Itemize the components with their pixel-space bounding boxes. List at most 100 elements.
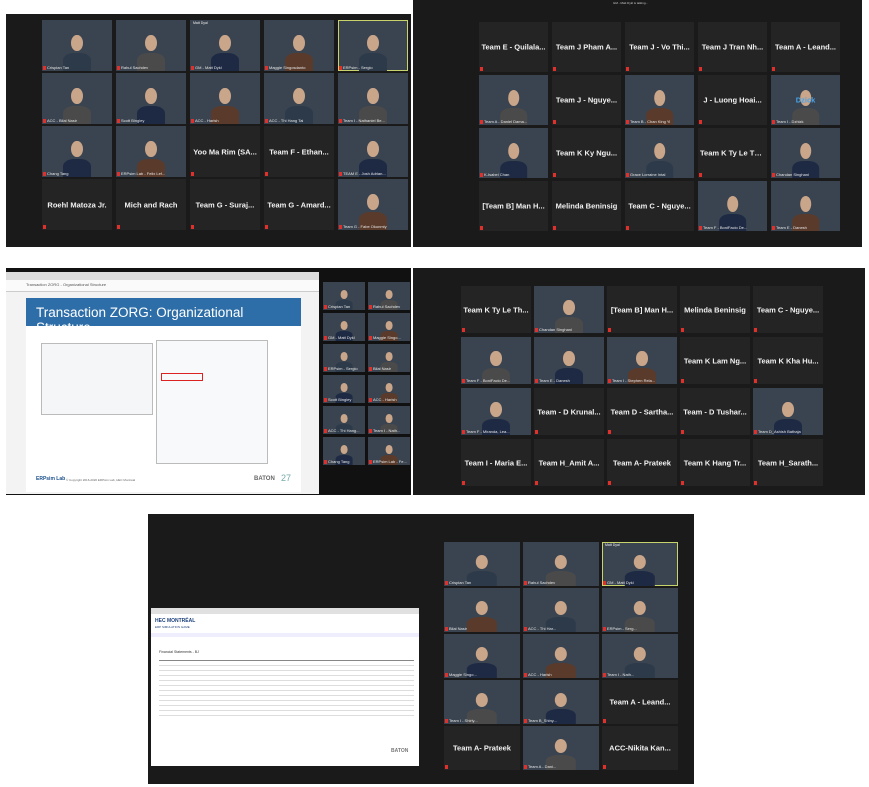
participant-tile-team-k-ty-le-th[interactable]: Team K Ty Le Th... <box>698 128 767 178</box>
participant-tile-team-e-quilala[interactable]: Team E - Quilala... <box>479 22 548 72</box>
participant-tile-team-k-ky-ngu[interactable]: Team K Ky Ngu... <box>552 128 621 178</box>
participant-tile-team-b-man-h[interactable]: [Team B] Man H... <box>607 286 677 333</box>
participant-tile-team-i-shirly[interactable]: Team I - Shirly... <box>444 680 520 724</box>
participant-tile-team-j-nguye[interactable]: Team J - Nguye... <box>552 75 621 125</box>
participant-tile-team-f-miranda-lea[interactable]: Team F - Miranda, Lea... <box>461 388 531 435</box>
participant-tile-team-e-danesh[interactable]: Team E - Danesh <box>771 181 840 231</box>
participant-tile-erpsim-serg[interactable]: ERPsim - Serg... <box>602 588 678 632</box>
participant-tile-rahul-sachdev[interactable]: Rahul Sachdev <box>523 542 599 586</box>
participant-tile-team-d-sartha[interactable]: Team D - Sartha... <box>607 388 677 435</box>
participant-label: Team I - Nath... <box>373 428 401 433</box>
participant-tile-team-e-josh-adrian[interactable]: TEAM E - Josh Adrian... <box>338 126 408 177</box>
participant-label: Bilal Nasir <box>373 366 392 371</box>
participant-tile-team-g-suraj[interactable]: Team G - Suraj... <box>190 179 260 230</box>
participant-tile-team-g-fabe-okunmiy[interactable]: Team G - Fabe Okunmiy <box>338 179 408 230</box>
participant-tile-gm-matt-dykl[interactable]: Matt Dyal GM - Matt Dykl <box>602 542 678 586</box>
participant-tile-acc-thi-hang-tai[interactable]: ACC - Thi Hang Tai <box>264 73 334 124</box>
participant-tile-team-g-amard[interactable]: Team G - Amard... <box>264 179 334 230</box>
participant-tile-acc-harish[interactable]: ACC - Harish <box>190 73 260 124</box>
participant-tile-erpsim-lab-felix-lef[interactable]: ERPsim Lab - Felix Lef... <box>116 126 186 177</box>
participant-tile-team-f-bonifacio-de[interactable]: Team F - BoniFacio De... <box>698 181 767 231</box>
participant-tile-team-f-ethan[interactable]: Team F - Ethan... <box>264 126 334 177</box>
participant-name: Team H_Amit A... <box>538 458 600 467</box>
participant-tile-team-k-kha-hu[interactable]: Team K Kha Hu... <box>753 337 823 384</box>
participant-tile-team-j-pham-a[interactable]: Team J Pham A... <box>552 22 621 72</box>
participant-tile-team-a-leand[interactable]: Team A - Leand... <box>602 680 678 724</box>
participant-tile-gm-matt-dykl[interactable]: GM - Matt Dykl <box>323 313 365 341</box>
participant-tile-team-c-nguye[interactable]: Team C - Nguye... <box>753 286 823 333</box>
participant-tile-team-a-dani[interactable]: Team A - Dani... <box>523 726 599 770</box>
mic-muted-icon <box>626 67 629 71</box>
participant-tile-rahul-sachdev[interactable]: Rahul Sachdev <box>116 20 186 71</box>
participant-tile-team-a-prateek[interactable]: Team A- Prateek <box>607 439 677 486</box>
participant-tile-yoo-ma-rim-sa[interactable]: Yoo Ma Rim (SA... <box>190 126 260 177</box>
participant-tile-mich-and-rach[interactable]: Mich and Rach <box>116 179 186 230</box>
participant-tile-team-k-hang-tr[interactable]: Team K Hang Tr... <box>680 439 750 486</box>
participant-tile-acc-harish[interactable]: ACC - Harish <box>523 634 599 678</box>
participant-tile-roehl-matoza-jr[interactable]: Roehl Matoza Jr. <box>42 179 112 230</box>
participant-tile-team-i-nathaniel-be[interactable]: Team I - Nathaniel Be... <box>338 73 408 124</box>
participant-tile-melinda-beninsig[interactable]: Melinda Beninsig <box>552 181 621 231</box>
participant-tile-team-a-leand[interactable]: Team A - Leand... <box>771 22 840 72</box>
participant-tile-team-i-nath[interactable]: Team I - Nath... <box>368 406 410 434</box>
participant-tile-bilal-nasir[interactable]: Bilal Nasir <box>444 588 520 632</box>
participant-label: Scott Bingley <box>121 118 145 123</box>
mic-muted-icon <box>117 225 120 229</box>
participant-tile-gm-matt-dykl[interactable]: Matt Dyal GM - Matt Dykl <box>190 20 260 71</box>
participant-tile-acc-bilal-nasir[interactable]: ACC - Bilal Nasir <box>42 73 112 124</box>
participant-tile-team-k-lam-ng[interactable]: Team K Lam Ng... <box>680 337 750 384</box>
participant-tile-acc-nikita-kan[interactable]: ACC-Nikita Kan... <box>602 726 678 770</box>
participant-tile-crispian-tan[interactable]: Crispian Tan <box>42 20 112 71</box>
participant-tile-team-b-chan-king-yi[interactable]: Team B - Chan King Yi <box>625 75 694 125</box>
participant-tile-acc-thi-har[interactable]: ACC - Thi Har... <box>523 588 599 632</box>
participant-tile-crispian-tan[interactable]: Crispian Tan <box>323 282 365 310</box>
participant-tile-acc-thi-hang[interactable]: ACC - Thi Hang... <box>323 406 365 434</box>
participant-tile-chang-tang[interactable]: Chang Tang <box>323 437 365 465</box>
participant-tile-chang-tang[interactable]: Chang Tang <box>42 126 112 177</box>
page-number: 27 <box>281 473 292 483</box>
participant-tile-maggie-singo[interactable]: Maggie Singo... <box>444 634 520 678</box>
participant-tile-erpsim-sergio[interactable]: ERPsim - Sergio <box>323 344 365 372</box>
participant-tile-team-j-vo-thi[interactable]: Team J - Vo Thi... <box>625 22 694 72</box>
participant-tile-team-e-danesh[interactable]: Team E - Danesh <box>534 337 604 384</box>
participant-tile-team-d-krunal[interactable]: Team - D Krunal... <box>534 388 604 435</box>
participant-tile-chandan-singhani[interactable]: Chandan Singhani <box>534 286 604 333</box>
participant-tile-scott-bingley[interactable]: Scott Bingley <box>116 73 186 124</box>
participant-tile-team-h-sarath[interactable]: Team H_Sarath... <box>753 439 823 486</box>
participant-tile-maggie-singo[interactable]: Maggie Singo... <box>368 313 410 341</box>
participant-tile-team-b-man-h[interactable]: [Team B] Man H... <box>479 181 548 231</box>
financial-report-window: HEC MONTRÉAL ERP SIMULATION GAME Financi… <box>151 608 419 766</box>
participant-tile-erpsim-sergio[interactable]: ERPsim - Sergio <box>338 20 408 71</box>
brand-logo: BATON <box>254 476 275 482</box>
participant-tile-crispian-tan[interactable]: Crispian Tan <box>444 542 520 586</box>
participant-tile-team-a-prateek[interactable]: Team A- Prateek <box>444 726 520 770</box>
participant-tile-melinda-beninsig[interactable]: Melinda Beninsig <box>680 286 750 333</box>
participant-tile-maggie-singosdanto[interactable]: Maggie Singosdanto <box>264 20 334 71</box>
participant-tile-team-i-stephen-rela[interactable]: Team I - Stephen Rela... <box>607 337 677 384</box>
participant-tile-j-luong-hoai[interactable]: J - Luong Hoai... <box>698 75 767 125</box>
participant-tile-team-i-dzhizk[interactable]: Dzick Team I - Dzhizk <box>771 75 840 125</box>
participant-tile-team-b-shiny[interactable]: Team B_Shiny... <box>523 680 599 724</box>
participant-tile-team-h-amit-a[interactable]: Team H_Amit A... <box>534 439 604 486</box>
participant-tile-grace-lorraine-intal[interactable]: Grace Lorraine Intal <box>625 128 694 178</box>
participant-tile-k-isabel-chan[interactable]: K-Isabel Chan <box>479 128 548 178</box>
participant-tile-rahul-sachdev[interactable]: Rahul Sachdev <box>368 282 410 310</box>
participant-tile-team-i-maria-e[interactable]: Team I - Maria E... <box>461 439 531 486</box>
participant-tile-team-j-tran-nh[interactable]: Team J Tran Nh... <box>698 22 767 72</box>
mic-muted-icon <box>603 673 606 677</box>
participant-tile-team-i-nath[interactable]: Team I - Nath... <box>602 634 678 678</box>
participant-tile-bilal-nasir[interactable]: Bilal Nasir <box>368 344 410 372</box>
participant-tile-team-k-ty-le-th[interactable]: Team K Ty Le Th... <box>461 286 531 333</box>
participant-tile-chandan-singhani[interactable]: Chandan Singhani <box>771 128 840 178</box>
participant-label: ACC - Bilal Nasir <box>47 118 78 123</box>
browser-address[interactable]: Transaction ZORG - Organizational Struct… <box>26 282 106 287</box>
mic-muted-icon <box>480 67 483 71</box>
participant-tile-acc-harish[interactable]: ACC - Harish <box>368 375 410 403</box>
participant-tile-team-a-daniel-dama[interactable]: Team A - Daniel Dama... <box>479 75 548 125</box>
participant-tile-team-d-tushar[interactable]: Team - D Tushar... <box>680 388 750 435</box>
participant-tile-erpsim-lab-fe[interactable]: ERPsim Lab - Fe... <box>368 437 410 465</box>
participant-tile-team-d-ashish-bathaja[interactable]: Team D_Ashish Bathaja <box>753 388 823 435</box>
participant-tile-team-c-nguye[interactable]: Team C - Nguye... <box>625 181 694 231</box>
participant-tile-team-f-bonifacio-de[interactable]: Team F - BoniFacio De... <box>461 337 531 384</box>
participant-tile-scott-bingley[interactable]: Scott Bingley <box>323 375 365 403</box>
